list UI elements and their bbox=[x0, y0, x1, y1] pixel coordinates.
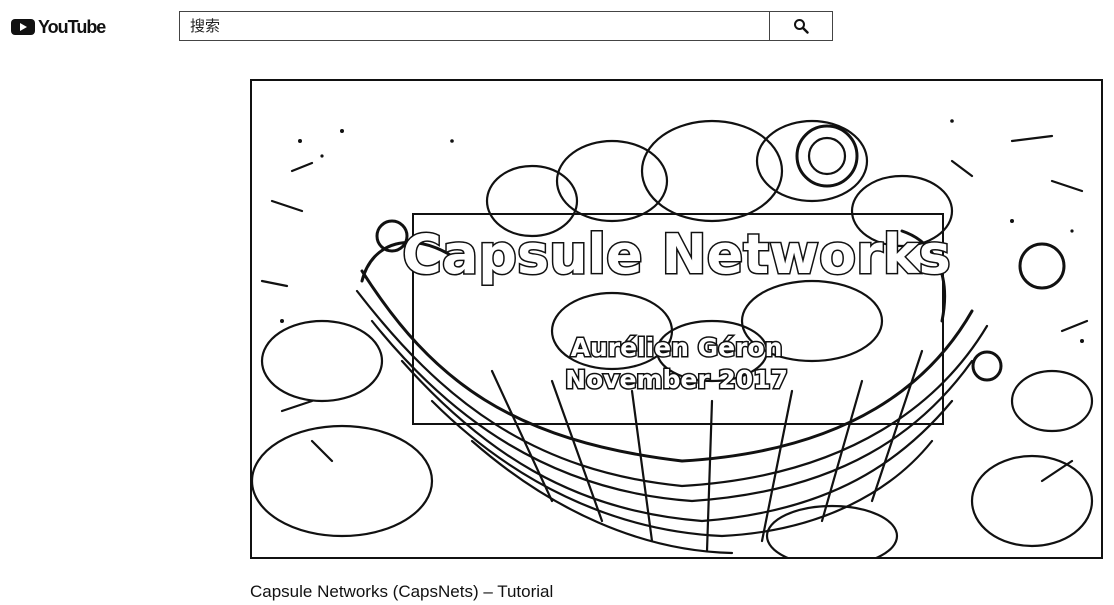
slide-date: November 2017 bbox=[564, 364, 790, 396]
slide-title: Capsule Networks bbox=[401, 222, 953, 288]
search-button[interactable] bbox=[769, 12, 832, 40]
search-bar bbox=[179, 11, 833, 41]
video-player[interactable]: Capsule Networks Aurélien Géron November… bbox=[250, 79, 1103, 559]
page: YouTube 搜索 Capsule Networks Aurélien Gér… bbox=[0, 0, 1114, 605]
slide-author: Aurélien Géron bbox=[569, 332, 784, 364]
youtube-logo[interactable]: YouTube bbox=[11, 16, 106, 38]
search-icon bbox=[794, 19, 809, 34]
play-logo-icon bbox=[11, 19, 35, 35]
search-input[interactable] bbox=[180, 12, 769, 40]
logo-text: YouTube bbox=[38, 16, 106, 37]
video-title: Capsule Networks (CapsNets) – Tutorial bbox=[250, 582, 554, 601]
